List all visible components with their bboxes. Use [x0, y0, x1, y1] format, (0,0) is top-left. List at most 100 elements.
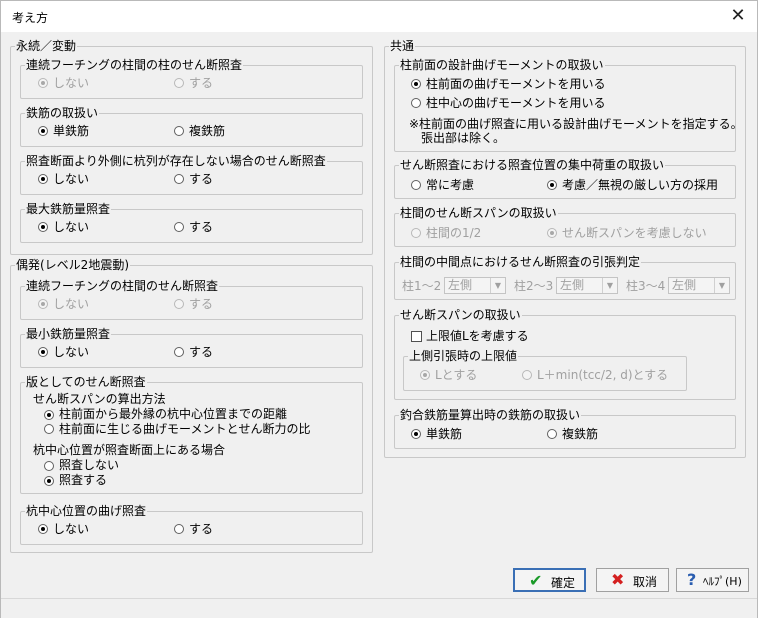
radio-not-check[interactable] — [38, 78, 48, 88]
radio-not-check[interactable] — [38, 524, 48, 534]
section-title: 連続フーチングの柱間の柱のせん断照査 — [25, 57, 244, 73]
radio-label: せん断スパンを考慮しない — [562, 226, 707, 240]
combo-value: 左側 — [448, 278, 473, 292]
radio-label: 柱前面から最外縁の杭中心位置までの距離 — [59, 407, 288, 421]
chevron-down-icon[interactable]: ▼ — [490, 278, 505, 293]
subsection-title: 上側引張時の上限値 — [408, 348, 519, 364]
radio-label: 単鉄筋 — [426, 427, 463, 441]
group-accidental-title: 偶発(レベル2地震動) — [15, 257, 130, 273]
section-title: 鉄筋の取扱い — [25, 105, 100, 121]
radio-label: する — [189, 297, 214, 311]
radio-moment-shear-ratio[interactable] — [44, 424, 54, 434]
radio-ignore-span[interactable] — [547, 228, 557, 238]
radio-label: 照査する — [59, 473, 108, 487]
column-pair-label: 柱1～2 — [402, 279, 442, 293]
radio-check[interactable] — [174, 78, 184, 88]
radio-single-rebar[interactable] — [38, 126, 48, 136]
cancel-button[interactable]: ✖ 取消 — [596, 568, 669, 592]
section-title: 柱間の中間点におけるせん断照査の引張判定 — [399, 254, 642, 270]
section-title: 照査断面より外側に杭列が存在しない場合のせん断照査 — [25, 153, 327, 169]
section-title: せん断スパンの取扱い — [399, 307, 522, 323]
ok-button[interactable]: ✔ 確定 — [513, 568, 586, 592]
radio-half-span[interactable] — [411, 228, 421, 238]
column-pair-label: 柱3～4 — [626, 279, 666, 293]
radio-label: L＋min(tcc/2, d)とする — [537, 368, 669, 382]
radio-label: 単鉄筋 — [53, 124, 90, 138]
radio-single-rebar[interactable] — [411, 429, 421, 439]
radio-label: しない — [53, 172, 90, 186]
combo-value: 左側 — [672, 278, 697, 292]
radio-label: する — [189, 345, 214, 359]
radio-check[interactable] — [174, 347, 184, 357]
radio-check[interactable] — [174, 299, 184, 309]
section-title: せん断照査における照査位置の集中荷重の取扱い — [399, 157, 666, 173]
subsection-label: せん断スパンの算出方法 — [33, 392, 166, 406]
radio-check[interactable] — [174, 222, 184, 232]
upper-limit-checkbox[interactable] — [411, 331, 422, 342]
question-icon: ? — [687, 570, 697, 589]
radio-label: する — [189, 522, 214, 536]
radio-label: しない — [53, 220, 90, 234]
radio-label: 柱間の1/2 — [426, 226, 482, 240]
radio-use-l-plus-min[interactable] — [522, 370, 532, 380]
help-button[interactable]: ? ﾍﾙﾌﾟ(H) — [676, 568, 749, 592]
radio-double-rebar[interactable] — [174, 126, 184, 136]
radio-label: 複鉄筋 — [562, 427, 599, 441]
radio-label: する — [189, 172, 214, 186]
section-title: 連続フーチングの柱間のせん断照査 — [25, 278, 220, 294]
section-title: 柱前面の設計曲げモーメントの取扱い — [399, 57, 605, 73]
radio-check[interactable] — [174, 524, 184, 534]
radio-double-rebar[interactable] — [547, 429, 557, 439]
combo-value: 左側 — [560, 278, 585, 292]
checkbox-label: 上限値Lを考慮する — [426, 329, 529, 343]
tension-side-select-2-3[interactable]: 左側 ▼ — [556, 277, 618, 294]
radio-not-check[interactable] — [38, 222, 48, 232]
radio-label: 常に考慮 — [426, 178, 475, 192]
radio-label: しない — [53, 345, 90, 359]
radio-front-moment[interactable] — [411, 79, 421, 89]
section-title: 最小鉄筋量照査 — [25, 326, 112, 342]
radio-label: 柱中心の曲げモーメントを用いる — [426, 96, 606, 110]
radio-not-check[interactable] — [38, 174, 48, 184]
section-title: 版としてのせん断照査 — [25, 374, 147, 390]
status-bar — [1, 598, 757, 618]
section-title: 杭中心位置の曲げ照査 — [25, 503, 148, 519]
group-permanent-title: 永続／変動 — [15, 38, 78, 54]
radio-center-moment[interactable] — [411, 98, 421, 108]
title-bar: 考え方 ✕ — [1, 1, 757, 32]
section-title: 柱間のせん断スパンの取扱い — [399, 205, 558, 221]
radio-label: しない — [53, 76, 90, 90]
radio-not-check[interactable] — [38, 347, 48, 357]
chevron-down-icon[interactable]: ▼ — [602, 278, 617, 293]
help-button-label: ﾍﾙﾌﾟ(H) — [703, 575, 742, 588]
subsection-label: 杭中心位置が照査断面上にある場合 — [33, 443, 226, 457]
checkmark-icon: ✔ — [529, 571, 543, 590]
tension-side-select-3-4[interactable]: 左側 ▼ — [668, 277, 730, 294]
radio-label: 柱前面の曲げモーメントを用いる — [426, 77, 606, 91]
radio-not-check[interactable] — [44, 461, 54, 471]
radio-distance-to-pile[interactable] — [44, 410, 54, 420]
radio-always-consider[interactable] — [411, 180, 421, 190]
close-icon[interactable]: ✕ — [719, 1, 757, 32]
tension-side-select-1-2[interactable]: 左側 ▼ — [444, 277, 506, 294]
section-title: 最大鉄筋量照査 — [25, 201, 112, 217]
x-icon: ✖ — [611, 570, 625, 589]
ok-button-label: 確定 — [551, 576, 576, 590]
radio-check[interactable] — [174, 174, 184, 184]
cancel-button-label: 取消 — [633, 575, 658, 589]
column-pair-label: 柱2～3 — [514, 279, 554, 293]
radio-label: 柱前面に生じる曲げモーメントとせん断力の比 — [59, 422, 311, 436]
radio-label: する — [189, 220, 214, 234]
chevron-down-icon[interactable]: ▼ — [714, 278, 729, 293]
dialog-window: 考え方 ✕ 永続／変動 連続フーチングの柱間の柱のせん断照査 しない する 鉄筋… — [0, 0, 758, 618]
radio-severe-case[interactable] — [547, 180, 557, 190]
note-line: 張出部は除く。 — [421, 131, 506, 145]
radio-check[interactable] — [44, 476, 54, 486]
radio-use-l[interactable] — [420, 370, 430, 380]
radio-label: 考慮／無視の厳しい方の採用 — [562, 178, 719, 192]
radio-not-check[interactable] — [38, 299, 48, 309]
section-title: 釣合鉄筋量算出時の鉄筋の取扱い — [399, 407, 582, 423]
group-common-title: 共通 — [389, 38, 416, 54]
radio-label: 照査しない — [59, 458, 120, 472]
window-title: 考え方 — [12, 11, 49, 25]
